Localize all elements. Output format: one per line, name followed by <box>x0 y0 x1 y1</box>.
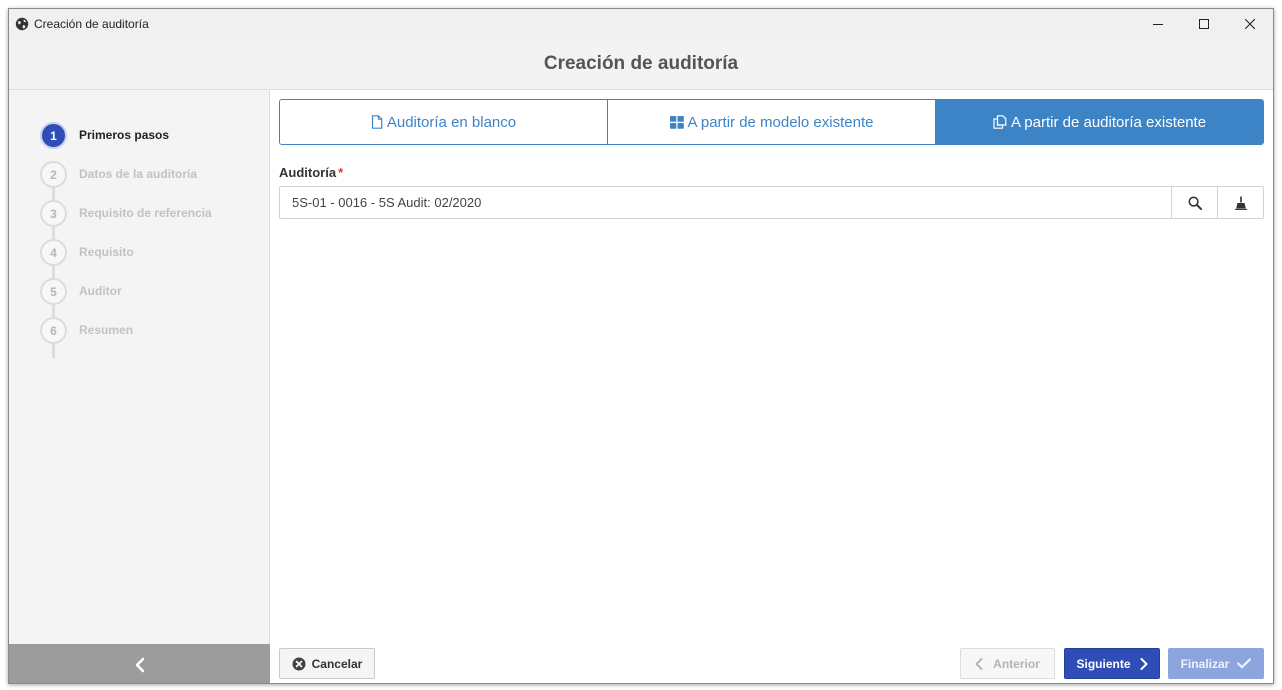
finish-button[interactable]: Finalizar <box>1168 648 1264 679</box>
wizard-footer: Cancelar Anterior Siguiente Finalizar <box>271 648 1273 679</box>
globe-icon <box>15 17 29 31</box>
cancel-label: Cancelar <box>311 656 363 671</box>
step-label: Primeros pasos <box>79 128 170 142</box>
step-label: Auditor <box>79 284 122 298</box>
step-label: Resumen <box>79 323 134 337</box>
tab-label: A partir de auditoría existente <box>1010 113 1207 131</box>
step-requisito-referencia[interactable]: 3 Requisito de referencia <box>40 200 212 241</box>
copy-icon <box>993 115 1007 129</box>
chevron-left-icon <box>135 657 144 672</box>
grid-icon <box>669 115 684 129</box>
page-title: Creación de auditoría <box>543 53 739 74</box>
broom-icon <box>1234 196 1247 210</box>
checkmark-icon <box>1237 658 1252 669</box>
blank-document-icon <box>371 115 383 129</box>
chevron-left-icon <box>975 657 983 670</box>
main-content: Auditoría en blanco A partir de modelo e… <box>271 90 1273 683</box>
previous-button[interactable]: Anterior <box>960 648 1055 679</box>
step-datos-auditoria[interactable]: 2 Datos de la auditoría <box>40 161 212 202</box>
wizard-steps: 1 Primeros pasos 2 Datos de la auditoría… <box>40 122 212 358</box>
cancel-button[interactable]: Cancelar <box>279 648 375 679</box>
step-number: 4 <box>40 239 67 266</box>
close-button[interactable] <box>1227 9 1273 39</box>
search-button[interactable] <box>1171 187 1217 218</box>
audit-creation-window: Creación de auditoría Creación de audito… <box>8 8 1274 684</box>
step-primeros-pasos[interactable]: 1 Primeros pasos <box>40 122 212 161</box>
tab-label: Auditoría en blanco <box>386 113 517 131</box>
step-requisito[interactable]: 4 Requisito <box>40 239 212 280</box>
step-label: Requisito <box>79 245 134 259</box>
clear-button[interactable] <box>1217 187 1263 218</box>
tab-from-model[interactable]: A partir de modelo existente <box>608 100 936 144</box>
tab-blank-audit[interactable]: Auditoría en blanco <box>280 100 608 144</box>
next-label: Siguiente <box>1076 656 1131 671</box>
page-header: Creación de auditoría <box>9 39 1273 90</box>
finish-label: Finalizar <box>1180 656 1230 671</box>
chevron-right-icon <box>1140 657 1148 670</box>
tab-label: A partir de modelo existente <box>687 113 874 131</box>
step-connector <box>52 342 55 358</box>
minimize-button[interactable] <box>1135 9 1181 39</box>
step-label: Datos de la auditoría <box>79 167 198 181</box>
minimize-icon <box>1153 24 1163 25</box>
cancel-circle-icon <box>292 657 306 671</box>
wizard-sidebar: 1 Primeros pasos 2 Datos de la auditoría… <box>9 90 270 683</box>
window-title: Creación de auditoría <box>34 17 149 31</box>
maximize-button[interactable] <box>1181 9 1227 39</box>
step-resumen[interactable]: 6 Resumen <box>40 317 212 358</box>
sidebar-collapse-button[interactable] <box>9 644 270 683</box>
maximize-icon <box>1199 19 1209 29</box>
required-marker: * <box>338 165 344 180</box>
next-button[interactable]: Siguiente <box>1064 648 1160 679</box>
window-titlebar: Creación de auditoría <box>9 9 1273 39</box>
previous-label: Anterior <box>993 656 1040 671</box>
step-label: Requisito de referencia <box>79 206 212 220</box>
step-auditor[interactable]: 5 Auditor <box>40 278 212 319</box>
step-number: 1 <box>40 122 67 149</box>
step-number: 6 <box>40 317 67 344</box>
audit-label-text: Auditoría <box>279 165 337 180</box>
audit-field-label: Auditoría * <box>279 165 343 180</box>
audit-field <box>279 186 1264 219</box>
creation-mode-tabs: Auditoría en blanco A partir de modelo e… <box>279 99 1264 145</box>
step-number: 3 <box>40 200 67 227</box>
audit-input[interactable] <box>280 187 1171 218</box>
search-icon <box>1187 195 1202 210</box>
step-number: 5 <box>40 278 67 305</box>
step-number: 2 <box>40 161 67 188</box>
close-icon <box>1245 19 1255 29</box>
window-controls <box>1135 9 1273 39</box>
tab-from-existing-audit[interactable]: A partir de auditoría existente <box>936 100 1263 144</box>
